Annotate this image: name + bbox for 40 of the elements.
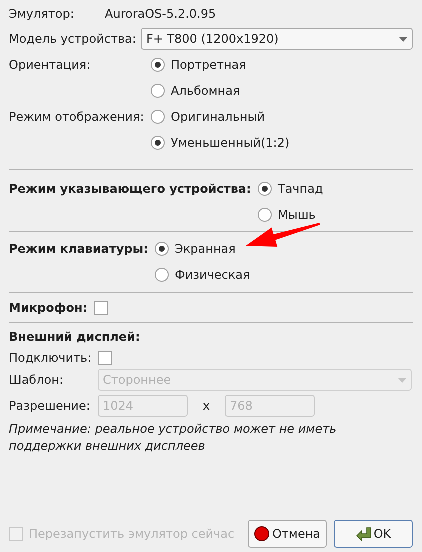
field-label: Эмулятор: — [9, 6, 76, 23]
radio-label: Мышь — [278, 207, 316, 224]
ok-button[interactable]: OK — [334, 520, 413, 548]
radio-button[interactable] — [155, 242, 169, 256]
separator-text: x — [202, 398, 212, 415]
field-label: Подключить: — [9, 350, 92, 367]
radio-label: Экранная — [175, 241, 236, 258]
field-label: Разрешение: — [9, 398, 92, 415]
radio-label: Альбомная — [171, 83, 240, 100]
radio-button[interactable] — [151, 110, 165, 124]
radio-button[interactable] — [151, 136, 165, 150]
stop-icon — [254, 526, 270, 542]
radio-label: Портретная — [171, 57, 246, 74]
radio-button[interactable] — [155, 268, 169, 282]
radio-button[interactable] — [258, 182, 272, 196]
field-label: Режим отображения: — [9, 109, 146, 126]
arrow-icon — [356, 526, 372, 542]
note-text: Примечание: реальное устройство может не иметь поддержки внешних дисплеев — [9, 421, 338, 455]
field-label: Модель устройства: — [9, 31, 136, 48]
caret-icon — [399, 36, 408, 42]
section-label: Микрофон: — [9, 300, 88, 317]
caret-icon — [398, 378, 407, 382]
cancel-button[interactable]: Отмена — [248, 520, 327, 548]
section-label: Внешний дисплей: — [9, 329, 140, 346]
value-text: AuroraOS-5.2.0.95 — [105, 6, 216, 23]
radio-label: Оригинальный — [171, 109, 266, 126]
radio-button[interactable] — [151, 58, 165, 72]
radio-label: Физическая — [175, 267, 250, 284]
field-label: Шаблон: — [9, 372, 64, 389]
section-label: Режим указывающего устройства: — [9, 181, 252, 198]
field-label: Ориентация: — [9, 57, 92, 74]
dropdown[interactable]: F+ T800 (1200x1920) — [141, 28, 413, 50]
radio-label: Тачпад — [278, 181, 324, 198]
radio-label: Уменьшенный(1:2) — [171, 135, 290, 152]
section-label: Режим клавиатуры: — [9, 241, 150, 258]
checkbox[interactable] — [98, 351, 112, 365]
checkbox[interactable] — [94, 301, 108, 315]
radio-button[interactable] — [258, 208, 272, 222]
radio-button[interactable] — [151, 84, 165, 98]
checkbox-label: Перезапустить эмулятор сейчас — [29, 526, 235, 543]
